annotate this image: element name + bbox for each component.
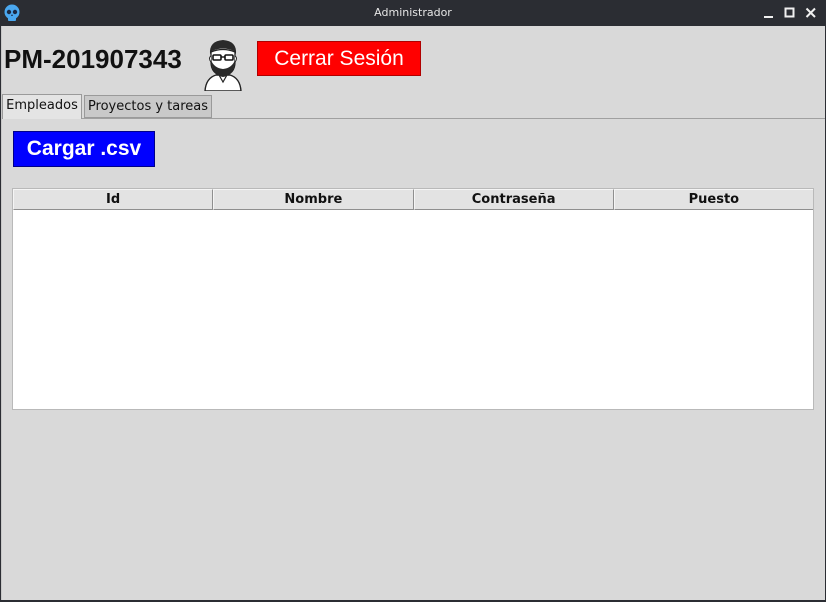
title-bar[interactable]: Administrador xyxy=(0,0,826,26)
main-panel: PM-201907343 Cerrar Sesión Empleados Pro xyxy=(1,26,825,600)
app-window: Administrador PM-201907343 Cerrar Sesión… xyxy=(0,0,826,602)
column-header-puesto[interactable]: Puesto xyxy=(613,189,813,210)
load-csv-button[interactable]: Cargar .csv xyxy=(13,131,155,167)
column-header-id[interactable]: Id xyxy=(13,189,214,210)
employees-panel: Cargar .csv Id Nombre Contraseña Puesto xyxy=(2,118,825,601)
bearded-man-avatar xyxy=(204,40,242,91)
column-header-contrasena[interactable]: Contraseña xyxy=(413,189,614,210)
user-id-label: PM-201907343 xyxy=(4,44,182,74)
minimize-icon[interactable] xyxy=(761,5,777,21)
close-icon[interactable] xyxy=(803,5,819,21)
tab-proyectos-y-tareas[interactable]: Proyectos y tareas xyxy=(84,95,212,118)
maximize-icon[interactable] xyxy=(782,5,798,21)
window-title: Administrador xyxy=(374,6,452,19)
employees-table[interactable]: Id Nombre Contraseña Puesto xyxy=(12,188,814,410)
column-header-nombre[interactable]: Nombre xyxy=(213,189,414,210)
logout-button[interactable]: Cerrar Sesión xyxy=(257,41,421,76)
table-header: Id Nombre Contraseña Puesto xyxy=(13,189,813,210)
tab-empleados[interactable]: Empleados xyxy=(2,94,82,119)
